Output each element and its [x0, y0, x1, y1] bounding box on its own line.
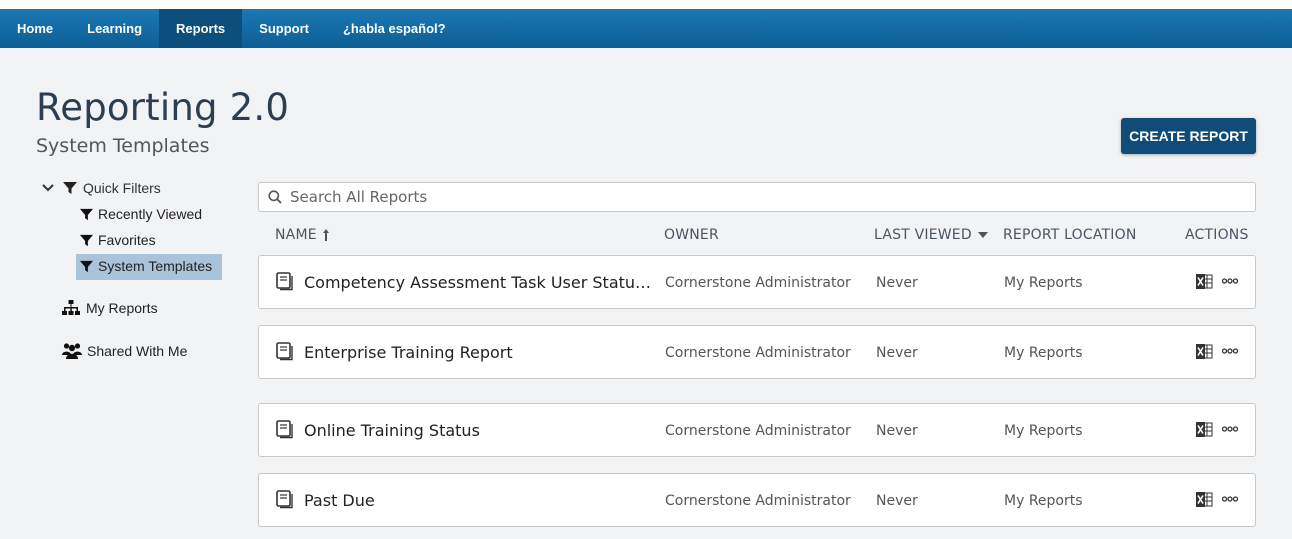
funnel-icon [80, 260, 93, 273]
chevron-down-icon[interactable] [41, 181, 55, 195]
page-subtitle: System Templates [36, 135, 210, 157]
report-name[interactable]: Competency Assessment Task User Status T… [304, 273, 659, 292]
column-header-last-viewed[interactable]: LAST VIEWED [874, 227, 988, 243]
caret-down-icon [977, 232, 988, 238]
quick-filters-toggle[interactable]: Quick Filters [41, 180, 161, 196]
column-header-actions: ACTIONS [1185, 227, 1249, 243]
report-last-viewed: Never [876, 275, 918, 291]
report-name[interactable]: Past Due [304, 491, 659, 510]
sidebar-item-label: Shared With Me [87, 342, 188, 359]
report-location: My Reports [1004, 423, 1083, 439]
more-actions-icon[interactable] [1221, 422, 1239, 441]
top-strip [0, 0, 1292, 9]
sort-arrow-up-icon [322, 228, 330, 242]
report-owner: Cornerstone Administrator [665, 345, 851, 361]
table-row[interactable]: Enterprise Training Report Cornerstone A… [258, 325, 1256, 379]
funnel-icon [80, 234, 93, 247]
report-owner: Cornerstone Administrator [665, 493, 851, 509]
excel-export-icon[interactable] [1196, 274, 1213, 294]
table-row[interactable]: Past Due Cornerstone Administrator Never… [258, 473, 1256, 527]
nav-learning[interactable]: Learning [70, 9, 159, 48]
search-input[interactable] [288, 187, 1192, 207]
document-icon [276, 342, 294, 366]
column-header-owner[interactable]: OWNER [664, 227, 719, 243]
more-actions-icon[interactable] [1221, 344, 1239, 363]
more-actions-icon[interactable] [1221, 492, 1239, 511]
nav-home[interactable]: Home [0, 9, 70, 48]
column-header-last-viewed-label: LAST VIEWED [874, 227, 972, 243]
funnel-icon [63, 181, 77, 195]
sidebar-item-recently-viewed[interactable]: Recently Viewed [80, 206, 202, 222]
table-row[interactable]: Competency Assessment Task User Status T… [258, 255, 1256, 309]
column-header-name[interactable]: NAME [275, 227, 330, 243]
sidebar-item-label: My Reports [86, 300, 158, 316]
report-location: My Reports [1004, 345, 1083, 361]
funnel-icon [80, 208, 93, 221]
quick-filters-label: Quick Filters [83, 180, 161, 196]
excel-export-icon[interactable] [1196, 492, 1213, 512]
page-title: Reporting 2.0 [36, 86, 290, 129]
sidebar-item-my-reports[interactable]: My Reports [62, 300, 158, 316]
report-location: My Reports [1004, 275, 1083, 291]
column-header-report-location[interactable]: REPORT LOCATION [1003, 227, 1137, 243]
search-box [258, 182, 1256, 212]
report-name[interactable]: Online Training Status [304, 421, 659, 440]
sidebar-item-system-templates[interactable]: System Templates [80, 258, 212, 274]
nav-reports[interactable]: Reports [159, 9, 243, 48]
users-icon [62, 342, 82, 359]
report-owner: Cornerstone Administrator [665, 423, 851, 439]
report-last-viewed: Never [876, 423, 918, 439]
create-report-button[interactable]: CREATE REPORT [1121, 118, 1256, 154]
more-actions-icon[interactable] [1221, 274, 1239, 293]
sidebar-item-shared-with-me[interactable]: Shared With Me [62, 342, 187, 359]
excel-export-icon[interactable] [1196, 422, 1213, 442]
top-nav: Home Learning Reports Support ¿habla esp… [0, 9, 1292, 48]
report-last-viewed: Never [876, 345, 918, 361]
report-owner: Cornerstone Administrator [665, 275, 851, 291]
search-icon [268, 190, 282, 204]
column-header-name-label: NAME [275, 227, 317, 243]
org-chart-icon [62, 300, 80, 316]
report-last-viewed: Never [876, 493, 918, 509]
document-icon [276, 420, 294, 444]
report-name[interactable]: Enterprise Training Report [304, 343, 659, 362]
table-row[interactable]: Online Training Status Cornerstone Admin… [258, 403, 1256, 457]
sidebar-item-label: System Templates [98, 258, 213, 274]
sidebar-item-label: Favorites [98, 232, 156, 248]
sidebar-item-label: Recently Viewed [98, 206, 203, 222]
excel-export-icon[interactable] [1196, 344, 1213, 364]
nav-language[interactable]: ¿habla español? [326, 9, 463, 48]
sidebar-item-favorites[interactable]: Favorites [80, 232, 156, 248]
document-icon [276, 490, 294, 514]
nav-support[interactable]: Support [242, 9, 326, 48]
document-icon [276, 272, 294, 296]
report-location: My Reports [1004, 493, 1083, 509]
